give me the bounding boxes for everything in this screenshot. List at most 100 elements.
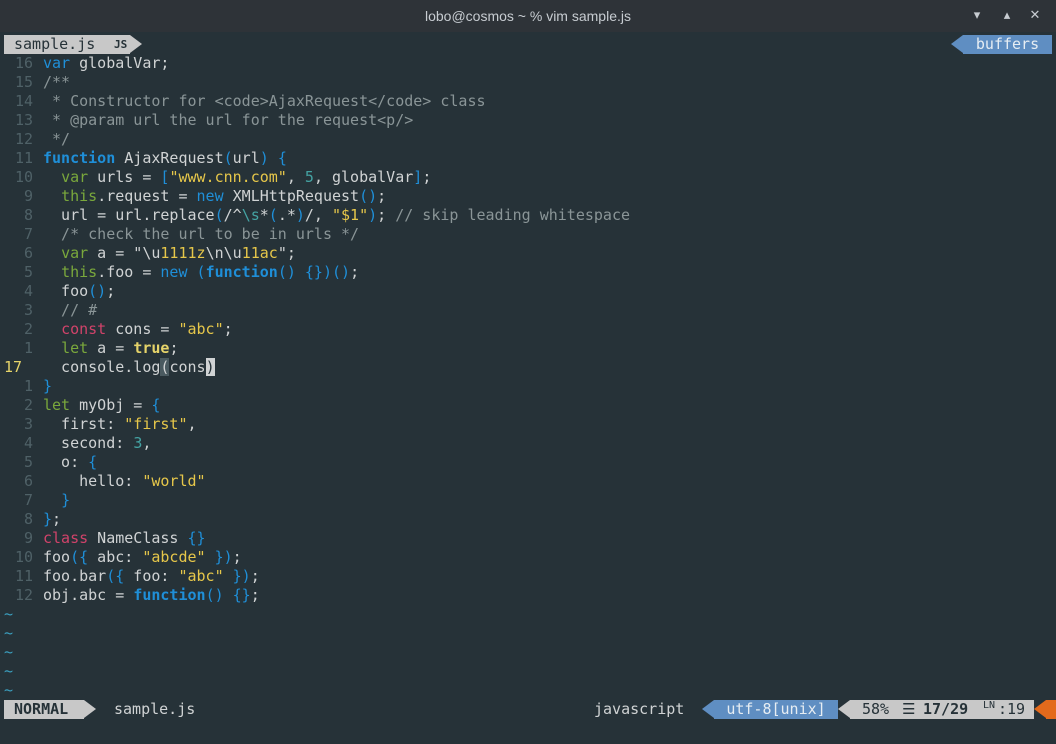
code-line: 10 foo({ abc: "abcde" }); [0,548,1056,567]
line-text: }; [43,510,62,528]
line-text: o: { [43,453,98,471]
line-text: /* check the url to be in urls */ [43,225,360,243]
empty-line-marker: ~ [4,624,14,642]
encoding-separator-arrow [702,700,714,718]
text-cursor: ) [205,358,215,376]
code-line: 2 const cons = "abc"; [0,320,1056,339]
buffers-separator-arrow [951,35,963,53]
code-line: 1 let a = true; [0,339,1056,358]
line-text: second: 3, [43,434,152,452]
warning-separator-arrow [1034,700,1046,718]
vim-statusline: NORMAL sample.js javascript utf-8[unix] … [0,700,1056,719]
current-line-number: 17 [4,358,23,376]
line-text: hello: "world" [43,472,206,490]
line-number: 3 [23,415,33,433]
line-text: obj.abc = function() {}; [43,586,260,604]
buffers-label: buffers [963,35,1052,54]
line-text: foo.bar({ foo: "abc" }); [43,567,260,585]
empty-line-marker: ~ [4,643,14,661]
line-number: 1 [23,339,33,357]
line-text: var a = "\u1111z\n\u11ac"; [61,244,296,262]
line-text: /** [43,73,71,91]
line-number: 15 [14,73,33,91]
code-line: 12 obj.abc = function() {}; [0,586,1056,605]
warning-segment [1046,700,1056,719]
line-number: 2 [23,320,33,338]
line-number: 9 [23,529,33,547]
status-filename: sample.js [114,700,196,718]
line-number: 4 [23,282,33,300]
vim-tabline: sample.js JS buffers [0,35,1056,54]
terminal[interactable]: sample.js JS buffers 16 var globalVar; 15… [0,32,1056,744]
code-line: 8}; [0,510,1056,529]
line-text: var globalVar; [43,54,170,72]
mode-indicator: NORMAL [4,700,84,719]
code-line: 4 second: 3, [0,434,1056,453]
editor-buffer[interactable]: 16 var globalVar; 15/** 14 * Constructor … [0,54,1056,700]
status-encoding: utf-8[unix] [714,700,838,719]
line-number: 10 [14,548,33,566]
line-text: foo(); [43,282,116,300]
minimize-icon[interactable]: ▾ [968,6,986,24]
line-number: 9 [23,187,33,205]
line-number: 6 [23,472,33,490]
current-code-line: 17 console.log(cons) [0,358,1056,377]
line-text: foo({ abc: "abcde" }); [43,548,242,566]
line-text: var urls = ["www.cnn.com", 5, globalVar]… [61,168,432,186]
mode-separator-arrow [84,700,96,718]
line-number: 2 [23,396,33,414]
line-text: * Constructor for <code>AjaxRequest</cod… [43,92,486,110]
maximize-icon[interactable]: ▴ [998,6,1016,24]
line-number: 11 [14,567,33,585]
code-line: 11 foo.bar({ foo: "abc" }); [0,567,1056,586]
line-text: } [61,491,71,509]
line-number: 8 [23,206,33,224]
code-line: 2 let myObj = { [0,396,1056,415]
code-line: 1} [0,377,1056,396]
window-title: lobo@cosmos ~ % vim sample.js [424,8,631,24]
line-number: 5 [23,263,33,281]
code-line: 3 first: "first", [0,415,1056,434]
code-line: 9 class NameClass {} [0,529,1056,548]
tab-filename: sample.js [14,35,96,53]
line-number: 10 [14,168,33,186]
line-text: */ [43,130,71,148]
code-line: 6 var a = "\u1111z\n\u11ac"; [0,244,1056,263]
line-text: this.request = new XMLHttpRequest(); [61,187,387,205]
line-text: console.log(cons) [43,358,215,376]
line-text: url = url.replace(/^\s*(.*)/, "$1"); // … [43,206,631,224]
tab-sample-js[interactable]: sample.js JS [4,35,130,54]
code-line: 6 hello: "world" [0,472,1056,491]
empty-line-marker: ~ [4,662,14,680]
empty-line-marker: ~ [4,605,14,623]
line-text: const cons = "abc"; [61,320,233,338]
line-text: class NameClass {} [43,529,206,547]
code-line: 11 function AjaxRequest(url) { [0,149,1056,168]
line-text: let a = true; [61,339,179,357]
line-number: 11 [14,149,33,167]
line-number: 1 [23,377,33,395]
window-titlebar: lobo@cosmos ~ % vim sample.js ▾ ▴ ✕ [0,0,1056,32]
code-line: 9 this.request = new XMLHttpRequest(); [0,187,1056,206]
code-line: 13 * @param url the url for the request<… [0,111,1056,130]
empty-line-marker: ~ [4,681,14,699]
code-line: 5 o: { [0,453,1056,472]
tab-separator-arrow [130,35,142,53]
line-number: 7 [23,225,33,243]
line-number: 12 [14,586,33,604]
line-text: first: "first", [43,415,197,433]
code-line: 15 /** [0,73,1056,92]
line-text: // # [43,301,98,319]
line-number: 6 [23,244,33,262]
code-line: 7 } [0,491,1056,510]
line-number: 5 [23,453,33,471]
line-count-icon: ☰ [902,700,916,718]
code-line: 3 // # [0,301,1056,320]
close-icon[interactable]: ✕ [1026,6,1044,24]
scroll-percent: 58% [862,700,890,718]
line-number: 16 [14,54,33,72]
code-line: 12 */ [0,130,1056,149]
code-line: 8 url = url.replace(/^\s*(.*)/, "$1"); /… [0,206,1056,225]
status-position: 58% ☰ 17/29 LN :19 [850,700,1034,719]
column-position: :19 [998,700,1026,718]
